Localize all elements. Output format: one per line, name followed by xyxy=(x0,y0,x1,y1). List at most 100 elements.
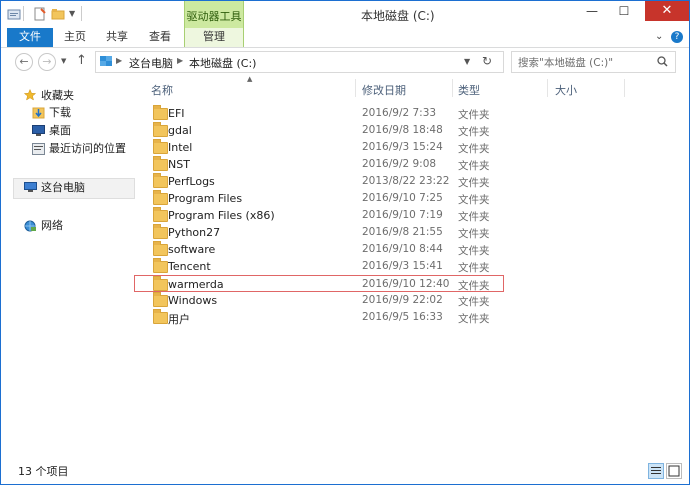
new-document-icon[interactable] xyxy=(33,7,47,21)
folder-icon xyxy=(153,156,168,171)
table-row[interactable]: Python27 2016/9/8 21:55 文件夹 xyxy=(136,224,689,241)
recent-locations-icon[interactable]: ▼ xyxy=(61,57,66,65)
file-name[interactable]: Tencent xyxy=(168,260,211,273)
large-icons-view-button[interactable] xyxy=(666,463,682,479)
minimize-button[interactable]: — xyxy=(577,1,607,21)
table-row[interactable]: software 2016/9/10 8:44 文件夹 xyxy=(136,241,689,258)
downloads-icon xyxy=(32,107,45,119)
table-row[interactable]: EFI 2016/9/2 7:33 文件夹 xyxy=(136,105,689,122)
file-date: 2016/9/5 16:33 xyxy=(362,311,443,323)
breadcrumb-separator-icon-2: ▶ xyxy=(177,56,184,65)
sidebar-item-downloads[interactable]: 下载 xyxy=(49,104,71,121)
status-bar: 13 个项目 xyxy=(1,458,689,484)
file-date: 2016/9/10 8:44 xyxy=(362,243,443,255)
file-type: 文件夹 xyxy=(458,296,490,308)
file-name[interactable]: Python27 xyxy=(168,226,220,239)
file-type: 文件夹 xyxy=(458,280,490,292)
refresh-icon[interactable]: ↻ xyxy=(482,54,492,68)
folder-icon xyxy=(153,276,168,291)
table-row[interactable]: warmerda 2016/9/10 12:40 文件夹 xyxy=(134,275,504,292)
table-row[interactable]: gdal 2016/9/8 18:48 文件夹 xyxy=(136,122,689,139)
tab-view[interactable]: 查看 xyxy=(144,28,176,47)
desktop-icon xyxy=(32,125,45,136)
address-dropdown-icon[interactable]: ▼ xyxy=(464,57,470,66)
column-divider[interactable] xyxy=(624,79,625,97)
search-box[interactable]: 搜索"本地磁盘 (C:)" xyxy=(511,51,676,73)
file-name[interactable]: Program Files (x86) xyxy=(168,209,275,222)
sidebar-item-desktop[interactable]: 桌面 xyxy=(49,122,71,139)
table-row[interactable]: NST 2016/9/2 9:08 文件夹 xyxy=(136,156,689,173)
item-count: 13 个项目 xyxy=(18,465,69,478)
network-icon xyxy=(24,220,36,232)
file-name[interactable]: Program Files xyxy=(168,192,242,205)
folder-icon xyxy=(153,139,168,154)
forward-button[interactable]: → xyxy=(38,53,56,71)
ribbon-tab-bar: 文件 主页 共享 查看 管理 ⌄ ? xyxy=(1,28,689,48)
help-icon[interactable]: ? xyxy=(671,31,683,43)
file-type: 文件夹 xyxy=(458,313,490,325)
sidebar-favorites[interactable]: 收藏夹 xyxy=(41,87,74,104)
table-row[interactable]: PerfLogs 2013/8/22 23:22 文件夹 xyxy=(136,173,689,190)
new-folder-icon[interactable] xyxy=(51,7,65,21)
folder-icon xyxy=(153,241,168,256)
details-view-icon xyxy=(651,467,661,474)
folder-icon xyxy=(153,173,168,188)
this-pc-icon xyxy=(24,182,37,192)
chevron-down-icon[interactable]: ⌄ xyxy=(655,31,663,42)
column-header-name[interactable]: 名称 xyxy=(151,82,173,98)
file-name[interactable]: warmerda xyxy=(168,278,224,291)
qa-customize-icon[interactable]: ▼ xyxy=(69,9,75,18)
file-date: 2016/9/2 7:33 xyxy=(362,107,437,119)
tab-manage[interactable]: 管理 xyxy=(184,28,244,47)
file-name[interactable]: gdal xyxy=(168,124,192,137)
details-view-button[interactable] xyxy=(648,463,664,479)
tab-share[interactable]: 共享 xyxy=(101,28,133,47)
column-header-type[interactable]: 类型 xyxy=(458,82,480,98)
breadcrumb-this-pc[interactable]: 这台电脑 xyxy=(129,55,173,71)
file-date: 2016/9/10 12:40 xyxy=(362,278,450,290)
column-header-size[interactable]: 大小 xyxy=(555,82,577,98)
table-row[interactable]: Program Files 2016/9/10 7:25 文件夹 xyxy=(136,190,689,207)
file-date: 2016/9/3 15:24 xyxy=(362,141,443,153)
search-icon[interactable] xyxy=(657,56,668,67)
file-name[interactable]: PerfLogs xyxy=(168,175,215,188)
address-bar[interactable]: ▶ 这台电脑 ▶ 本地磁盘 (C:) ▼ ↻ xyxy=(95,51,504,73)
file-date: 2016/9/8 18:48 xyxy=(362,124,443,136)
column-divider[interactable] xyxy=(547,79,548,97)
up-button[interactable]: ↑ xyxy=(76,53,87,68)
file-name[interactable]: NST xyxy=(168,158,190,171)
column-divider[interactable] xyxy=(355,79,356,97)
sidebar-item-network[interactable]: 网络 xyxy=(41,217,63,234)
table-row[interactable]: Tencent 2016/9/3 15:41 文件夹 xyxy=(136,258,689,275)
file-name[interactable]: Windows xyxy=(168,294,217,307)
properties-icon[interactable] xyxy=(7,7,21,21)
maximize-button[interactable]: ☐ xyxy=(609,1,639,21)
back-button[interactable]: ← xyxy=(15,53,33,71)
column-header-date[interactable]: 修改日期 xyxy=(362,82,406,98)
file-date: 2016/9/2 9:08 xyxy=(362,158,437,170)
table-row[interactable]: Program Files (x86) 2016/9/10 7:19 文件夹 xyxy=(136,207,689,224)
file-name[interactable]: Intel xyxy=(168,141,192,154)
tab-home[interactable]: 主页 xyxy=(59,28,91,47)
table-row[interactable]: Windows 2016/9/9 22:02 文件夹 xyxy=(136,292,689,309)
close-button[interactable]: ✕ xyxy=(645,1,689,21)
file-name[interactable]: 用户 xyxy=(168,311,190,327)
search-input[interactable]: 搜索"本地磁盘 (C:)" xyxy=(518,55,613,70)
tab-file[interactable]: 文件 xyxy=(7,28,53,47)
table-row[interactable]: Intel 2016/9/3 15:24 文件夹 xyxy=(136,139,689,156)
folder-icon xyxy=(153,105,168,120)
breadcrumb-drive-c[interactable]: 本地磁盘 (C:) xyxy=(189,55,256,71)
file-date: 2016/9/8 21:55 xyxy=(362,226,443,238)
column-divider[interactable] xyxy=(452,79,453,97)
sidebar-item-this-pc[interactable]: 这台电脑 xyxy=(41,179,85,196)
navigation-bar: ← → ▼ ↑ ▶ 这台电脑 ▶ 本地磁盘 (C:) ▼ ↻ 搜索"本地磁盘 (… xyxy=(1,48,689,76)
table-row[interactable]: 用户 2016/9/5 16:33 文件夹 xyxy=(136,309,689,326)
file-type: 文件夹 xyxy=(458,194,490,206)
file-date: 2016/9/10 7:19 xyxy=(362,209,443,221)
file-name[interactable]: software xyxy=(168,243,215,256)
file-name[interactable]: EFI xyxy=(168,107,185,120)
context-header-label: 驱动器工具 xyxy=(186,10,242,23)
sidebar-item-recent[interactable]: 最近访问的位置 xyxy=(49,140,126,157)
file-type: 文件夹 xyxy=(458,143,490,155)
this-pc-icon xyxy=(100,56,112,66)
